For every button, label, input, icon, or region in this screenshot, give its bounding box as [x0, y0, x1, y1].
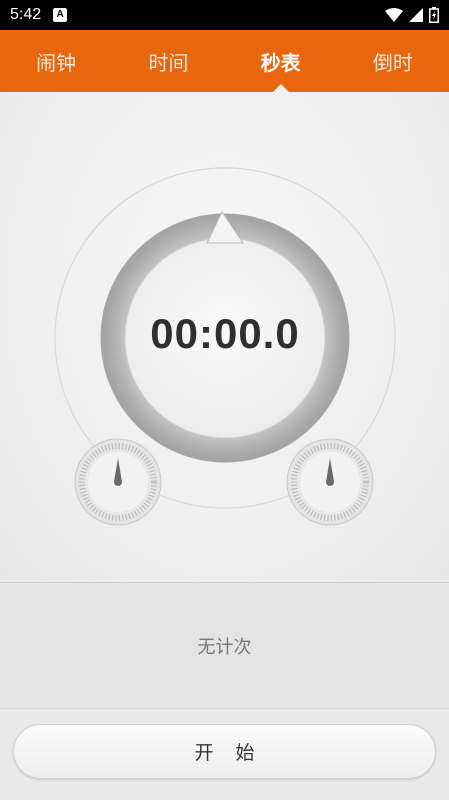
stopwatch-dial	[54, 167, 396, 526]
lap-list: 无计次	[0, 583, 449, 708]
start-button[interactable]: 开始	[13, 724, 436, 779]
right-subdial	[286, 438, 374, 526]
left-subdial	[74, 438, 162, 526]
bottom-bar: 开始	[0, 708, 449, 800]
elapsed-time-readout: 00:00.0	[150, 310, 300, 357]
lap-empty-text: 无计次	[197, 636, 252, 658]
